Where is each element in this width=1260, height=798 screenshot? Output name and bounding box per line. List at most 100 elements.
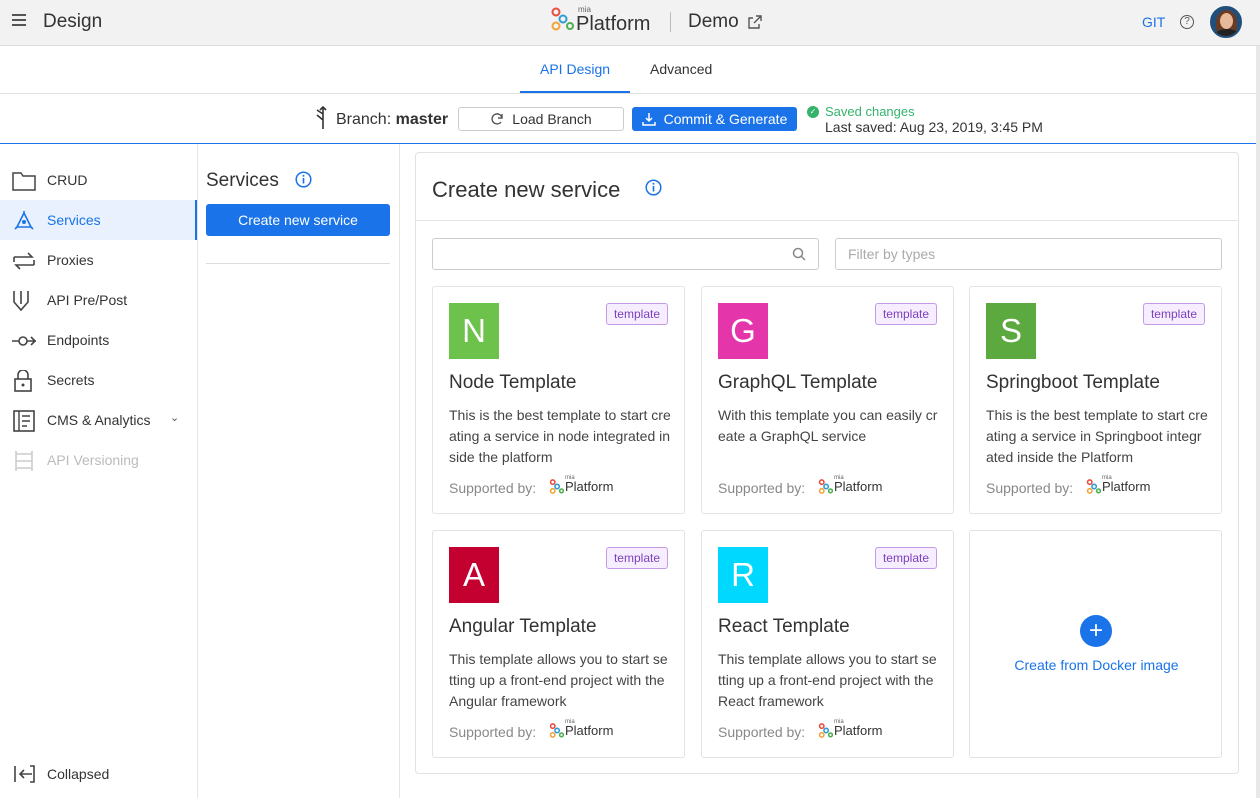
mia-platform-logo: mia Platform [818,719,882,738]
branch-label: Branch: master [336,111,448,129]
branch-name: master [395,111,449,128]
branch-bar: Branch: master Load Branch Commit & Gene… [0,94,1256,144]
commit-generate-button[interactable]: Commit & Generate [632,107,797,131]
search-icon [792,247,806,261]
sidebar-item-label: Services [47,212,101,228]
chevron-down-icon[interactable]: ⌄ [170,411,179,424]
logo-text: Platform [565,479,614,494]
mia-platform-logo: mia Platform [818,475,882,494]
lock-icon [14,370,32,392]
supported-by-label: Supported by: [449,724,537,740]
sidebar-item-secrets[interactable]: Secrets [0,360,197,400]
tab-advanced[interactable]: Advanced [650,61,712,77]
sidebar-item-proxies[interactable]: Proxies [0,240,197,280]
sidebar-item-endpoints[interactable]: Endpoints [0,320,197,360]
template-tag: template [874,303,937,325]
template-title: React Template [718,616,850,637]
divider [670,12,671,32]
branch-prefix: Branch: [336,111,392,128]
sidebar-item-api-versioning: API Versioning [0,440,197,480]
refresh-icon [491,113,503,125]
load-branch-button[interactable]: Load Branch [458,107,624,131]
folder-icon [12,172,36,191]
logo-icon [551,7,574,31]
menu-icon[interactable] [12,14,26,26]
last-saved-time: Last saved: Aug 23, 2019, 3:45 PM [825,119,1043,135]
tab-api-design[interactable]: API Design [540,61,610,77]
supported-by-label: Supported by: [449,480,537,496]
external-link-icon[interactable] [748,15,762,29]
template-tag: template [874,547,937,569]
template-description: This is the best template to start creat… [986,407,1208,465]
template-title: Angular Template [449,616,597,637]
supported-by-label: Supported by: [986,480,1074,496]
template-card-node[interactable]: N template Node Template This is the bes… [432,286,685,514]
sidebar-item-api-pre-post[interactable]: API Pre/Post [0,280,197,320]
sidebar-item-services[interactable]: Services [0,200,197,240]
project-name[interactable]: Demo [688,11,739,33]
active-tab-indicator [520,91,630,93]
template-logo: G [718,303,768,359]
logo-text: Platform [1102,479,1151,494]
template-title: Node Template [449,372,577,393]
info-icon[interactable] [295,171,312,188]
template-logo: S [986,303,1036,359]
template-description: With this template you can easily create… [718,407,938,444]
logo-icon [818,723,833,738]
check-circle-icon: ✓ [807,106,819,118]
services-icon [14,211,34,230]
logo-mia-text: mia [565,475,575,481]
template-description: This template allows you to start settin… [449,651,668,709]
logo-icon [818,479,833,494]
search-input[interactable] [432,238,819,270]
sidebar-item-label: API Pre/Post [47,292,128,308]
info-icon[interactable] [645,179,662,196]
create-new-service-button[interactable]: Create new service [206,204,390,236]
supported-by-label: Supported by: [718,480,806,496]
template-tag: template [605,303,668,325]
create-from-docker-card[interactable]: + Create from Docker image [969,530,1222,758]
template-card-react[interactable]: R template React Template This template … [701,530,954,758]
filter-types-select[interactable]: Filter by types [835,238,1222,270]
sidebar: CRUD Services Proxies API Pre/Post Endpo… [0,144,198,798]
logo-icon [1086,479,1101,494]
sidebar-item-label: CMS & Analytics [47,412,151,428]
sidebar-item-cms-analytics[interactable]: CMS & Analytics ⌄ [0,400,197,440]
sidebar-item-crud[interactable]: CRUD [0,160,197,200]
template-card-springboot[interactable]: S template Springboot Template This is t… [969,286,1222,514]
saved-status: Saved changes [825,104,915,119]
create-service-panel: Create new service Filter by types N tem… [415,152,1239,774]
avatar[interactable] [1210,6,1242,38]
collapsed-label: Collapsed [47,766,110,782]
commit-generate-label: Commit & Generate [663,111,788,127]
tab-bar: API Design Advanced [0,46,1256,94]
template-card-angular[interactable]: A template Angular Template This templat… [432,530,685,758]
logo-text: Platform [576,12,651,35]
download-icon [641,113,656,126]
sidebar-item-label: API Versioning [47,452,139,468]
page-title: Create new service [432,177,621,202]
services-panel: Services Create new service [198,144,400,798]
sidebar-item-label: Secrets [47,372,95,388]
git-link[interactable]: GIT [1142,14,1165,30]
mia-platform-logo: mia Platform [549,475,614,494]
template-title: GraphQL Template [718,372,878,393]
template-tag: template [1142,303,1205,325]
services-title: Services [206,170,279,191]
top-bar: Design mia Platform Demo GIT ? [0,0,1260,46]
help-icon[interactable]: ? [1180,15,1194,29]
sidebar-item-label: Endpoints [47,332,110,348]
template-card-graphql[interactable]: G template GraphQL Template With this te… [701,286,954,514]
template-logo: A [449,547,499,603]
create-from-docker-label: Create from Docker image [1014,657,1179,673]
template-logo: N [449,303,499,359]
scrollbar[interactable] [1256,46,1260,798]
template-title: Springboot Template [986,372,1160,393]
sidebar-item-label: Proxies [47,252,94,268]
logo-mia-text: mia [565,719,575,725]
mia-platform-logo: mia Platform [550,5,650,39]
logo-text: Platform [565,723,614,738]
logo-icon [549,723,564,738]
panel-header: Create new service [416,153,1238,221]
mia-platform-logo: mia Platform [1086,475,1151,494]
